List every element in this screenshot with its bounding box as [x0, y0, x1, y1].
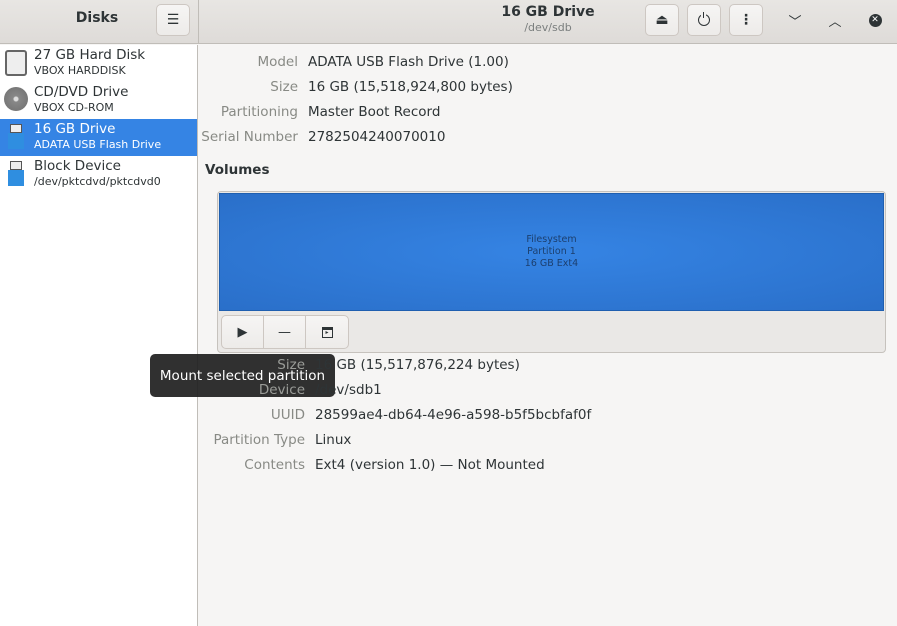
drive-model-row: Model ADATA USB Flash Drive (1.00) [257, 54, 509, 70]
partition-contents-row: Contents Ext4 (version 1.0) — Not Mounted [244, 457, 545, 473]
maximize-button[interactable]: ︿ [824, 10, 846, 30]
partition-type-row: Partition Type Linux [213, 432, 352, 448]
volume-toolbar: ▶ — ▸ [221, 315, 349, 349]
drive-item-16gb[interactable]: 16 GB Drive ADATA USB Flash Drive [0, 119, 197, 156]
hamburger-icon: ☰ [166, 12, 180, 28]
close-button[interactable]: ✕ [864, 10, 886, 30]
partition-size-row: Size 16 GB (15,517,876,224 bytes) [277, 357, 520, 373]
drive-options-button[interactable]: ⋮ [729, 4, 763, 36]
close-icon: ✕ [868, 13, 882, 27]
partition-1-block[interactable]: Filesystem Partition 1 16 GB Ext4 [219, 193, 884, 311]
drive-item-hard-disk[interactable]: 27 GB Hard Disk VBOX HARDDISK [0, 45, 197, 82]
volumes-map: Filesystem Partition 1 16 GB Ext4 ▶ — ▸ [217, 191, 886, 353]
drive-item-block-device[interactable]: Block Device /dev/pktcdvd/pktcdvd0 [0, 156, 197, 193]
partition-device-row: Device/dev/sdb1 [258, 382, 382, 398]
delete-partition-button[interactable]: — [264, 316, 306, 348]
more-vertical-icon: ⋮ [739, 12, 753, 28]
play-icon: ▶ [237, 324, 248, 340]
chevron-down-icon: ﹀ [788, 14, 802, 30]
power-icon [698, 10, 710, 26]
partition-uuid-row: UUID 28599ae4-db64-4e96-a598-b5f5bcbfaf0f [270, 407, 592, 423]
drive-item-cd-dvd[interactable]: CD/DVD Drive VBOX CD-ROM [0, 82, 197, 119]
usb-drive-icon [8, 124, 24, 150]
minus-icon: — [278, 324, 291, 340]
hard-disk-icon [5, 50, 27, 76]
usb-drive-icon [8, 161, 24, 187]
mount-button[interactable]: ▶ [222, 316, 264, 348]
main-menu-button[interactable]: ☰ [156, 4, 190, 36]
eject-icon: ⏏ [655, 12, 669, 28]
header-bar: Disks ☰ 16 GB Drive /dev/sdb ⏏ ⋮ ﹀ ︿ ✕ [0, 0, 897, 44]
partition-options-icon: ▸ [321, 326, 333, 338]
minimize-button[interactable]: ﹀ [784, 10, 806, 30]
eject-button[interactable]: ⏏ [645, 4, 679, 36]
drive-list: 27 GB Hard Disk VBOX HARDDISK CD/DVD Dri… [0, 45, 198, 626]
drive-serial-row: Serial Number 2782504240070010 [201, 129, 446, 145]
volumes-heading: Volumes [205, 162, 270, 178]
divider [198, 0, 199, 44]
optical-disc-icon [4, 87, 28, 111]
partition-options-button[interactable]: ▸ [306, 316, 348, 348]
drive-partitioning-row: Partitioning Master Boot Record [220, 104, 441, 120]
drive-size-row: Size 16 GB (15,518,924,800 bytes) [270, 79, 513, 95]
chevron-up-icon: ︿ [828, 14, 842, 30]
window-subtitle: /dev/sdb [524, 21, 572, 34]
power-off-button[interactable] [687, 4, 721, 36]
window-title: 16 GB Drive [501, 4, 595, 20]
